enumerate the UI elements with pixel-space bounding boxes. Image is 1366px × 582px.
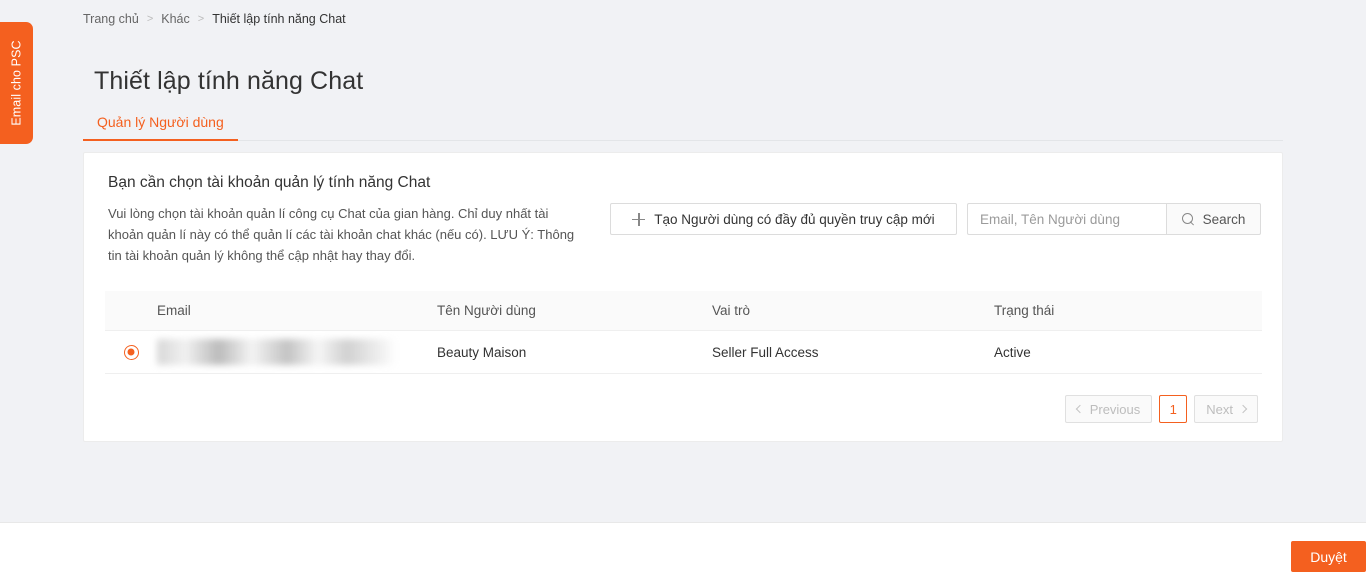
pagination-previous-button[interactable]: Previous	[1064, 395, 1153, 423]
search-group: Search	[967, 203, 1261, 235]
table-header-role: Vai trò	[712, 303, 751, 318]
row-radio-button[interactable]	[123, 344, 139, 360]
user-management-card: Bạn cần chọn tài khoản quản lý tính năng…	[83, 152, 1283, 442]
pagination: Previous 1 Next	[1064, 395, 1258, 423]
submit-button[interactable]: Duyệt	[1291, 541, 1366, 572]
breadcrumb-item-current: Thiết lập tính năng Chat	[212, 12, 346, 26]
breadcrumb-item-other[interactable]: Khác	[161, 12, 190, 26]
table-cell-role: Seller Full Access	[712, 344, 819, 360]
pagination-previous-label: Previous	[1089, 401, 1141, 417]
footer-bar: Duyệt	[0, 522, 1366, 582]
redacted-email-blur	[157, 339, 394, 365]
pagination-next-label: Next	[1206, 401, 1233, 417]
table-cell-email	[157, 339, 437, 365]
page-title: Thiết lập tính năng Chat	[94, 66, 364, 95]
table-header-row: Email Tên Người dùng Vai trò Trạng thái	[105, 291, 1262, 331]
email-psc-side-tab-label: Email cho PSC	[9, 40, 24, 126]
search-button-label: Search	[1202, 211, 1246, 227]
page-body: Trang chủ > Khác > Thiết lập tính năng C…	[0, 0, 1366, 522]
tab-user-management-label: Quản lý Người dùng	[97, 113, 224, 130]
table-row-select-cell	[105, 344, 157, 360]
breadcrumb-item-home[interactable]: Trang chủ	[83, 12, 139, 26]
pagination-page-1[interactable]: 1	[1159, 395, 1188, 423]
table-cell-status: Active	[994, 344, 1031, 360]
email-psc-side-tab[interactable]: Email cho PSC	[0, 22, 33, 144]
pagination-next-button[interactable]: Next	[1194, 395, 1258, 423]
table-cell-name: Beauty Maison	[437, 344, 527, 360]
table-row[interactable]: Beauty Maison Seller Full Access Active	[105, 331, 1262, 374]
table-header-name: Tên Người dùng	[437, 303, 536, 318]
tab-user-management[interactable]: Quản lý Người dùng	[83, 104, 238, 141]
breadcrumb-separator-icon: >	[197, 13, 205, 25]
table-header-status: Trạng thái	[994, 303, 1055, 318]
breadcrumb: Trang chủ > Khác > Thiết lập tính năng C…	[83, 12, 346, 26]
chevron-right-icon	[1238, 404, 1248, 414]
create-full-access-user-label: Tạo Người dùng có đầy đủ quyền truy cập …	[654, 211, 935, 227]
breadcrumb-separator-icon: >	[146, 13, 154, 25]
create-full-access-user-button[interactable]: Tạo Người dùng có đầy đủ quyền truy cập …	[610, 203, 957, 235]
table-header-email: Email	[157, 303, 191, 318]
tab-bar: Quản lý Người dùng	[83, 104, 1283, 141]
search-icon	[1181, 212, 1195, 226]
users-table: Email Tên Người dùng Vai trò Trạng thái …	[105, 291, 1262, 374]
card-description: Vui lòng chọn tài khoản quản lí công cụ …	[108, 206, 575, 263]
search-input[interactable]	[967, 203, 1166, 235]
card-heading: Bạn cần chọn tài khoản quản lý tính năng…	[108, 174, 431, 191]
chevron-left-icon	[1075, 404, 1084, 414]
search-button[interactable]: Search	[1166, 203, 1261, 235]
plus-icon	[632, 212, 646, 226]
